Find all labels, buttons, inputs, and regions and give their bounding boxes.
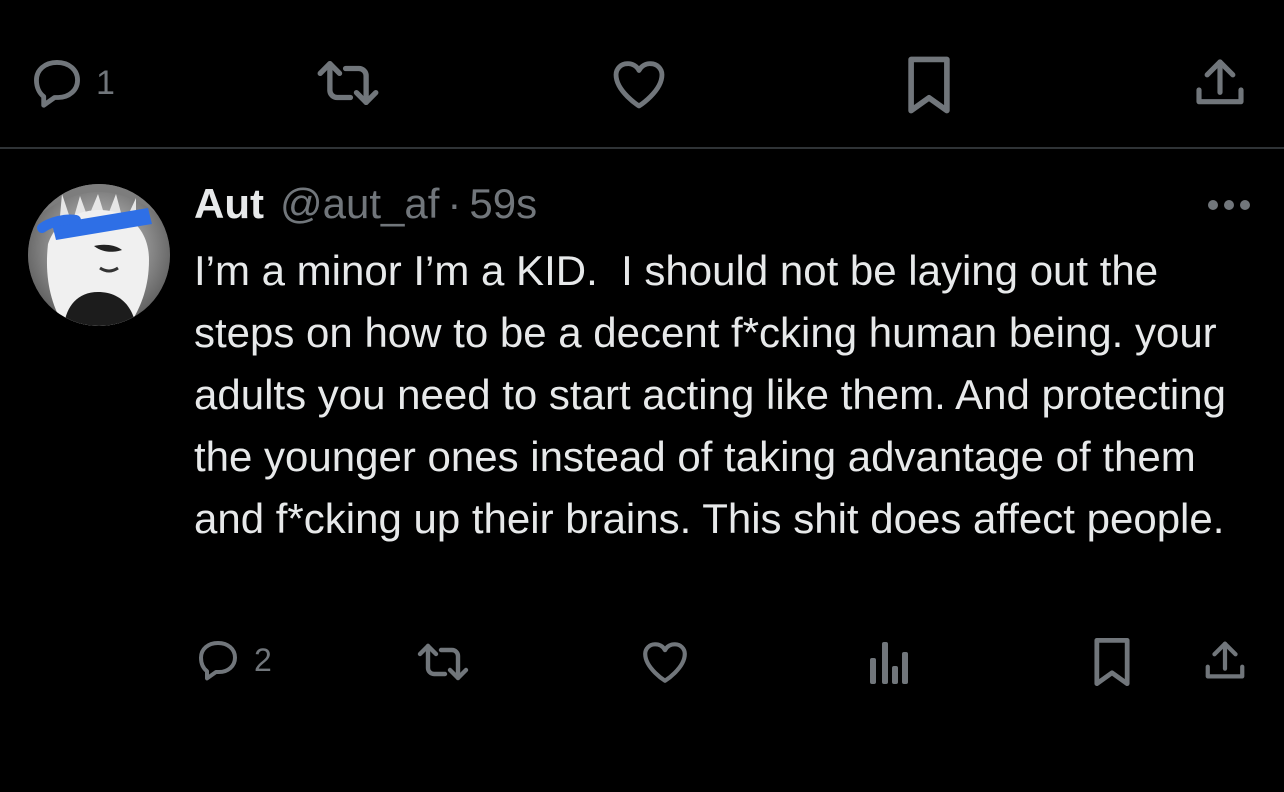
share-icon (1205, 641, 1245, 679)
bookmark-button[interactable] (906, 54, 952, 116)
retweet-button[interactable] (314, 54, 382, 112)
user-handle[interactable]: @aut_af (280, 180, 439, 228)
more-button[interactable] (1206, 196, 1252, 214)
share-button[interactable] (1202, 638, 1248, 684)
reply-button[interactable]: 1 (28, 54, 115, 112)
reply-count: 2 (254, 642, 272, 678)
bookmark-button[interactable] (1092, 636, 1132, 688)
timestamp[interactable]: 59s (469, 180, 537, 228)
share-icon (1196, 59, 1244, 105)
like-button[interactable] (610, 56, 668, 110)
tweet-action-bar: 2 (0, 632, 1284, 692)
tweet-text: I’m a minor I’m a KID. I should not be l… (194, 247, 1238, 542)
bookmark-icon (908, 56, 950, 114)
retweet-icon (417, 643, 469, 681)
tweet-divider (0, 147, 1284, 149)
previous-tweet-action-bar: 1 (0, 50, 1284, 120)
like-button[interactable] (640, 638, 690, 684)
reply-button[interactable]: 2 (194, 636, 272, 684)
share-button[interactable] (1192, 54, 1248, 112)
retweet-icon (317, 61, 379, 105)
reply-count: 1 (96, 64, 115, 102)
display-name[interactable]: Aut (194, 180, 264, 228)
like-icon (643, 642, 687, 683)
like-icon (613, 61, 665, 109)
views-icon (870, 642, 908, 684)
reply-icon (34, 60, 80, 108)
separator-dot: · (447, 180, 462, 227)
retweet-button[interactable] (414, 638, 472, 686)
avatar-image (28, 184, 170, 326)
views-button[interactable] (868, 638, 910, 686)
avatar[interactable] (28, 184, 170, 326)
tweet-header: Aut @aut_af · 59s (194, 180, 537, 232)
previous-tweet-remnant (0, 0, 1284, 12)
reply-icon (199, 641, 237, 681)
bookmark-icon (1094, 637, 1130, 687)
more-icon (1208, 200, 1250, 210)
